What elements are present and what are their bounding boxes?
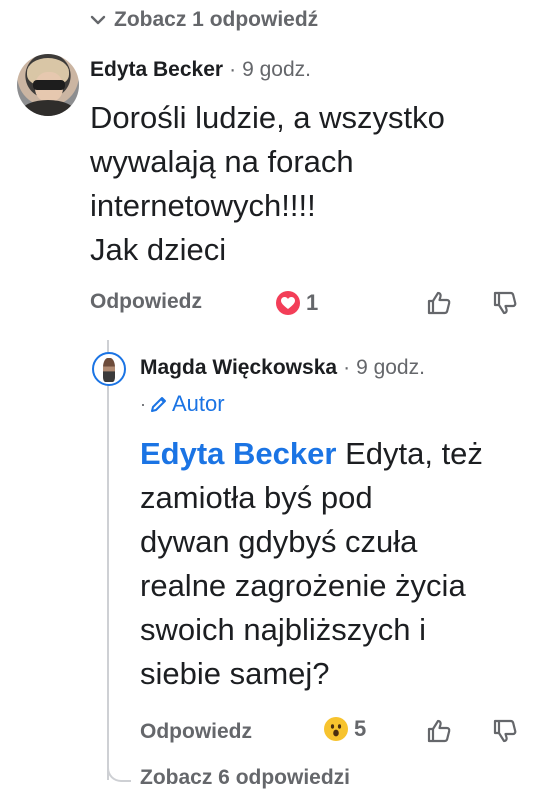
reply-actions: Odpowiedz (140, 720, 252, 744)
timestamp[interactable]: 9 godz. (242, 58, 311, 82)
comment-line: internetowych!!!! (90, 188, 316, 223)
reaction-count: 1 (306, 290, 319, 315)
separator-dot: · (343, 356, 351, 379)
reply-text: Edyta Becker Edyta, też zamiotła byś pod… (140, 432, 530, 696)
separator-dot: · (229, 58, 237, 81)
heart-icon (276, 291, 300, 315)
thumbs-up-icon (427, 291, 451, 315)
reaction-summary[interactable]: 1 (276, 290, 318, 316)
wow-emoji-icon (324, 717, 348, 741)
reply-line: realne zagrożenie życia (140, 568, 466, 603)
avatar[interactable] (92, 352, 126, 386)
comment-line: Dorośli ludzie, a wszystko (90, 100, 445, 135)
mention-link[interactable]: Edyta Becker (140, 436, 336, 471)
comment-line: wywalają na forach (90, 144, 354, 179)
see-replies-label: Zobacz 1 odpowiedź (114, 8, 319, 31)
thumbs-down-icon (493, 291, 517, 315)
comment-header: Edyta Becker · 9 godz. (90, 58, 311, 82)
like-button[interactable] (426, 290, 452, 321)
thread-line-curve (107, 760, 131, 782)
reply-line: dywan gdybyś czuła (140, 524, 418, 559)
reply-line-text: Edyta, też (336, 436, 483, 471)
see-replies-toggle[interactable]: Zobacz 1 odpowiedź (90, 6, 318, 34)
reaction-summary[interactable]: 5 (324, 716, 366, 742)
thread-line (107, 340, 109, 780)
avatar[interactable] (17, 54, 79, 116)
reply-line: zamiotła byś pod (140, 480, 373, 515)
reply-line: Edyta Becker Edyta, też (140, 432, 530, 476)
author-badge: · Autor (140, 391, 225, 417)
reply-button[interactable]: Odpowiedz (90, 290, 202, 314)
separator-dot: · (140, 393, 146, 414)
thumbs-down-icon (493, 719, 517, 743)
pencil-icon (151, 397, 166, 412)
chevron-down-icon (90, 15, 106, 25)
author-name[interactable]: Edyta Becker (90, 58, 223, 82)
reply-header: Magda Więckowska · 9 godz. (140, 356, 425, 380)
reply-button[interactable]: Odpowiedz (140, 720, 252, 744)
comment-actions: Odpowiedz (90, 290, 202, 314)
reaction-count: 5 (354, 716, 367, 741)
comment-line: Jak dzieci (90, 232, 227, 267)
author-name[interactable]: Magda Więckowska (140, 356, 337, 380)
dislike-button[interactable] (492, 718, 518, 749)
author-badge-label: Autor (172, 391, 225, 416)
like-button[interactable] (426, 718, 452, 749)
dislike-button[interactable] (492, 290, 518, 321)
see-more-replies-toggle[interactable]: Zobacz 6 odpowiedzi (140, 766, 350, 790)
thumbs-up-icon (427, 719, 451, 743)
reply-line: swoich najbliższych i (140, 612, 426, 647)
timestamp[interactable]: 9 godz. (356, 356, 425, 380)
reply-line: siebie samej? (140, 656, 330, 691)
comment-text: Dorośli ludzie, a wszystko wywalają na f… (90, 96, 530, 272)
